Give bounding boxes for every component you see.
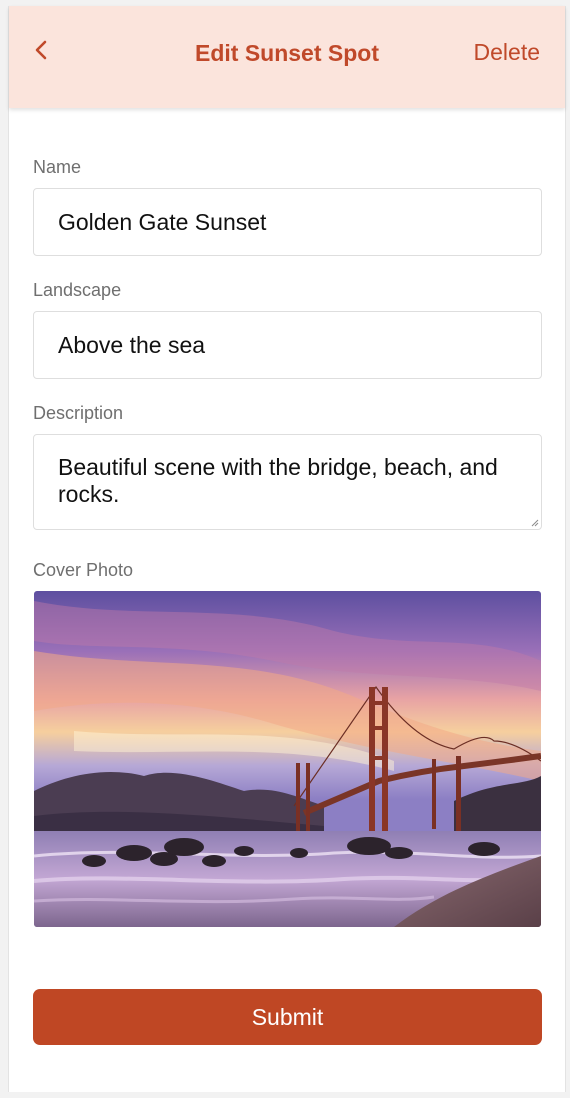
cover-photo-label: Cover Photo [33, 560, 134, 580]
description-label: Description [33, 403, 124, 423]
name-label: Name [33, 157, 82, 177]
top-bar: Edit Sunset Spot Delete [9, 6, 565, 108]
cover-photo[interactable] [34, 591, 541, 927]
landscape-field[interactable]: Above the sea [33, 311, 542, 379]
description-text: Beautiful scene with the bridge, beach, … [58, 454, 498, 507]
app-frame: Edit Sunset Spot Delete Name Golden Gate… [8, 6, 566, 1092]
name-field[interactable]: Golden Gate Sunset [33, 188, 542, 256]
resize-handle-icon[interactable] [531, 519, 539, 527]
landscape-label: Landscape [33, 280, 122, 300]
submit-button[interactable]: Submit [33, 989, 542, 1045]
delete-button[interactable]: Delete [474, 39, 540, 66]
cover-photo-image [34, 591, 541, 927]
description-field[interactable]: Beautiful scene with the bridge, beach, … [33, 434, 542, 530]
